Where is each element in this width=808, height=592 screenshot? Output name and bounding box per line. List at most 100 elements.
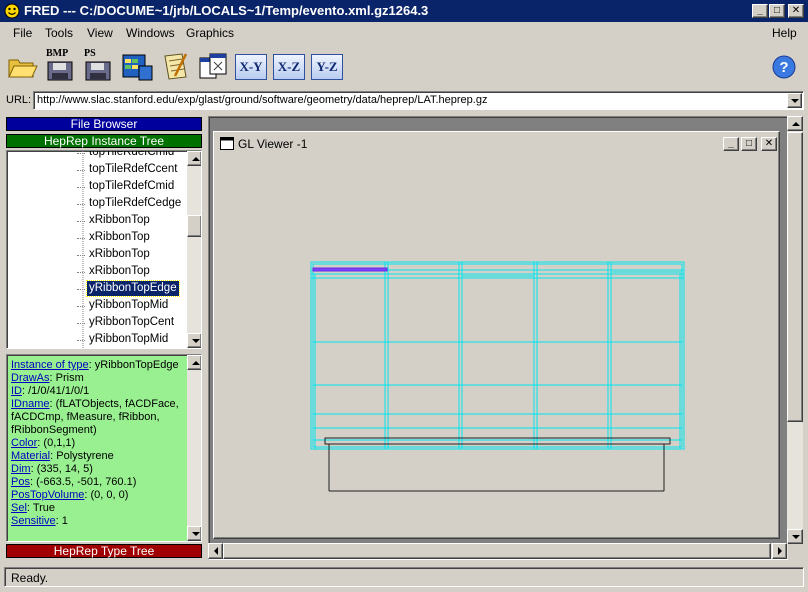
arrow-up-icon: [192, 157, 200, 161]
gl-close-button[interactable]: ✕: [761, 137, 777, 151]
close-button[interactable]: ✕: [788, 4, 804, 18]
menu-windows[interactable]: Windows: [126, 26, 175, 40]
notepad-button[interactable]: [160, 50, 192, 84]
tree-item[interactable]: xRibbonTop: [87, 213, 152, 228]
arrow-down-icon: [192, 532, 200, 536]
arrow-up-icon: [792, 122, 800, 126]
disk-bmp-icon: [47, 61, 73, 81]
tree-item[interactable]: topTileRdefCmid: [87, 179, 176, 194]
view-xz-button[interactable]: X-Z: [273, 54, 305, 80]
gl-viewer-titlebar[interactable]: GL Viewer -1 _ □ ✕: [216, 134, 777, 154]
props-scroll-up-button[interactable]: [187, 355, 201, 370]
workarea-hscroll-thumb[interactable]: [223, 543, 771, 559]
prop-sel: Sel: True: [11, 502, 56, 514]
url-dropdown-button[interactable]: [787, 93, 802, 108]
selected-ribbon-highlight: [312, 267, 388, 272]
help-button[interactable]: ?: [771, 54, 797, 80]
menu-tools[interactable]: Tools: [45, 26, 73, 40]
scroll-down-button[interactable]: [187, 333, 201, 348]
maximize-button[interactable]: □: [769, 4, 785, 18]
tree-item[interactable]: xRibbonTop: [87, 247, 152, 262]
view-xy-button[interactable]: X-Y: [235, 54, 267, 80]
prop-pos: Pos: (-663.5, -501, 760.1): [11, 476, 137, 488]
workarea-scroll-up-button[interactable]: [787, 116, 803, 131]
workarea-vscroll-thumb[interactable]: [787, 132, 803, 422]
gl-viewer-title: GL Viewer -1: [238, 137, 308, 151]
scroll-up-button[interactable]: [187, 151, 201, 166]
workarea-hscrollbar[interactable]: [208, 543, 788, 559]
properties-scrollbar[interactable]: [187, 355, 201, 541]
prop-material: Material: Polystyrene: [11, 450, 114, 462]
smiley-app-icon: [4, 3, 20, 19]
gl-minimize-button[interactable]: _: [723, 137, 739, 151]
menu-file[interactable]: File: [13, 26, 32, 40]
prop-instance-of-type: Instance of type: yRibbonTopEdge: [11, 359, 179, 371]
url-label: URL:: [6, 94, 32, 106]
scroll-right-button[interactable]: [772, 543, 787, 559]
menu-bar: File Tools View Windows Graphics Help: [0, 23, 808, 43]
arrow-up-icon: [192, 361, 200, 365]
tree-connector: [77, 255, 85, 256]
tree-connector: [77, 306, 85, 307]
minimize-button[interactable]: _: [752, 4, 768, 18]
tree-connector: [77, 187, 85, 188]
tree-item[interactable]: topTileRdefCmid: [87, 151, 176, 160]
gl-maximize-button[interactable]: □: [741, 137, 757, 151]
tree-connector: [77, 323, 85, 324]
prop-id: ID: /1/0/41/1/0/1: [11, 385, 90, 397]
arrow-right-icon: [778, 547, 782, 555]
tree-item[interactable]: yRibbonTopEdge: [86, 280, 180, 297]
file-browser-header[interactable]: File Browser: [6, 117, 202, 131]
gl-viewer-window[interactable]: GL Viewer -1 _ □ ✕: [213, 131, 780, 539]
menu-view[interactable]: View: [87, 26, 113, 40]
tree-scrollbar[interactable]: [187, 151, 201, 348]
gl-canvas[interactable]: [216, 154, 777, 536]
menu-graphics[interactable]: Graphics: [186, 26, 234, 40]
prop-color: Color: (0,1,1): [11, 437, 76, 449]
workarea-scroll-down-button[interactable]: [787, 529, 803, 544]
tree-connector: [77, 340, 85, 341]
prop-sensitive: Sensitive: 1: [11, 515, 68, 527]
viewer-windows-button[interactable]: [197, 50, 229, 84]
tree-item[interactable]: yRibbonTopMid: [87, 332, 170, 347]
instance-tree-header[interactable]: HepRep Instance Tree: [6, 134, 202, 148]
scroll-thumb[interactable]: [187, 215, 201, 237]
instance-tree[interactable]: topTileRdefCmid topTileRdefCcent topTileRd…: [6, 150, 202, 349]
chevron-down-icon: [791, 99, 799, 103]
scroll-left-button[interactable]: [208, 543, 223, 559]
prop-dim: Dim: (335, 14, 5): [11, 463, 93, 475]
props-scroll-down-button[interactable]: [187, 526, 201, 541]
notepad-pencil-icon: [164, 53, 188, 80]
tree-item[interactable]: yRibbonTopCent: [87, 315, 176, 330]
workarea-vscrollbar[interactable]: [787, 116, 803, 544]
tree-item[interactable]: topTileRdefCedge: [87, 196, 183, 211]
url-value: http://www.slac.stanford.edu/exp/glast/g…: [37, 94, 488, 106]
save-bmp-button[interactable]: BMP: [44, 48, 78, 84]
arrow-down-icon: [192, 339, 200, 343]
window-title: FRED --- C:/DOCUME~1/jrb/LOCALS~1/Temp/e…: [24, 3, 429, 18]
type-tree-header[interactable]: HepRep Type Tree: [6, 544, 202, 558]
table-view-button[interactable]: [120, 50, 154, 84]
tree-connector: [77, 204, 85, 205]
properties-panel: Instance of type: yRibbonTopEdge DrawAs:…: [6, 354, 202, 542]
base-structure: [324, 437, 671, 492]
view-yz-button[interactable]: Y-Z: [311, 54, 343, 80]
menu-help[interactable]: Help: [772, 26, 797, 40]
open-folder-button[interactable]: [6, 50, 38, 84]
tree-item[interactable]: yRibbonTopMid: [87, 298, 170, 313]
url-input[interactable]: http://www.slac.stanford.edu/exp/glast/g…: [33, 91, 804, 110]
tree-item[interactable]: xRibbonTop: [87, 264, 152, 279]
acd-wireframe: [310, 261, 685, 450]
tree-connector: [77, 170, 85, 171]
svg-text:?: ?: [779, 59, 788, 76]
title-bar[interactable]: FRED --- C:/DOCUME~1/jrb/LOCALS~1/Temp/e…: [0, 0, 808, 22]
help-question-icon: ?: [772, 55, 796, 79]
status-text: Ready.: [11, 571, 49, 585]
tree-connector: [77, 289, 85, 290]
open-folder-icon: [8, 59, 38, 78]
tree-item[interactable]: xRibbonTop: [87, 230, 152, 245]
tree-connector: [77, 272, 85, 273]
save-ps-button[interactable]: PS: [82, 48, 116, 84]
tree-item[interactable]: topTileRdefCcent: [87, 162, 179, 177]
arrow-left-icon: [214, 547, 218, 555]
